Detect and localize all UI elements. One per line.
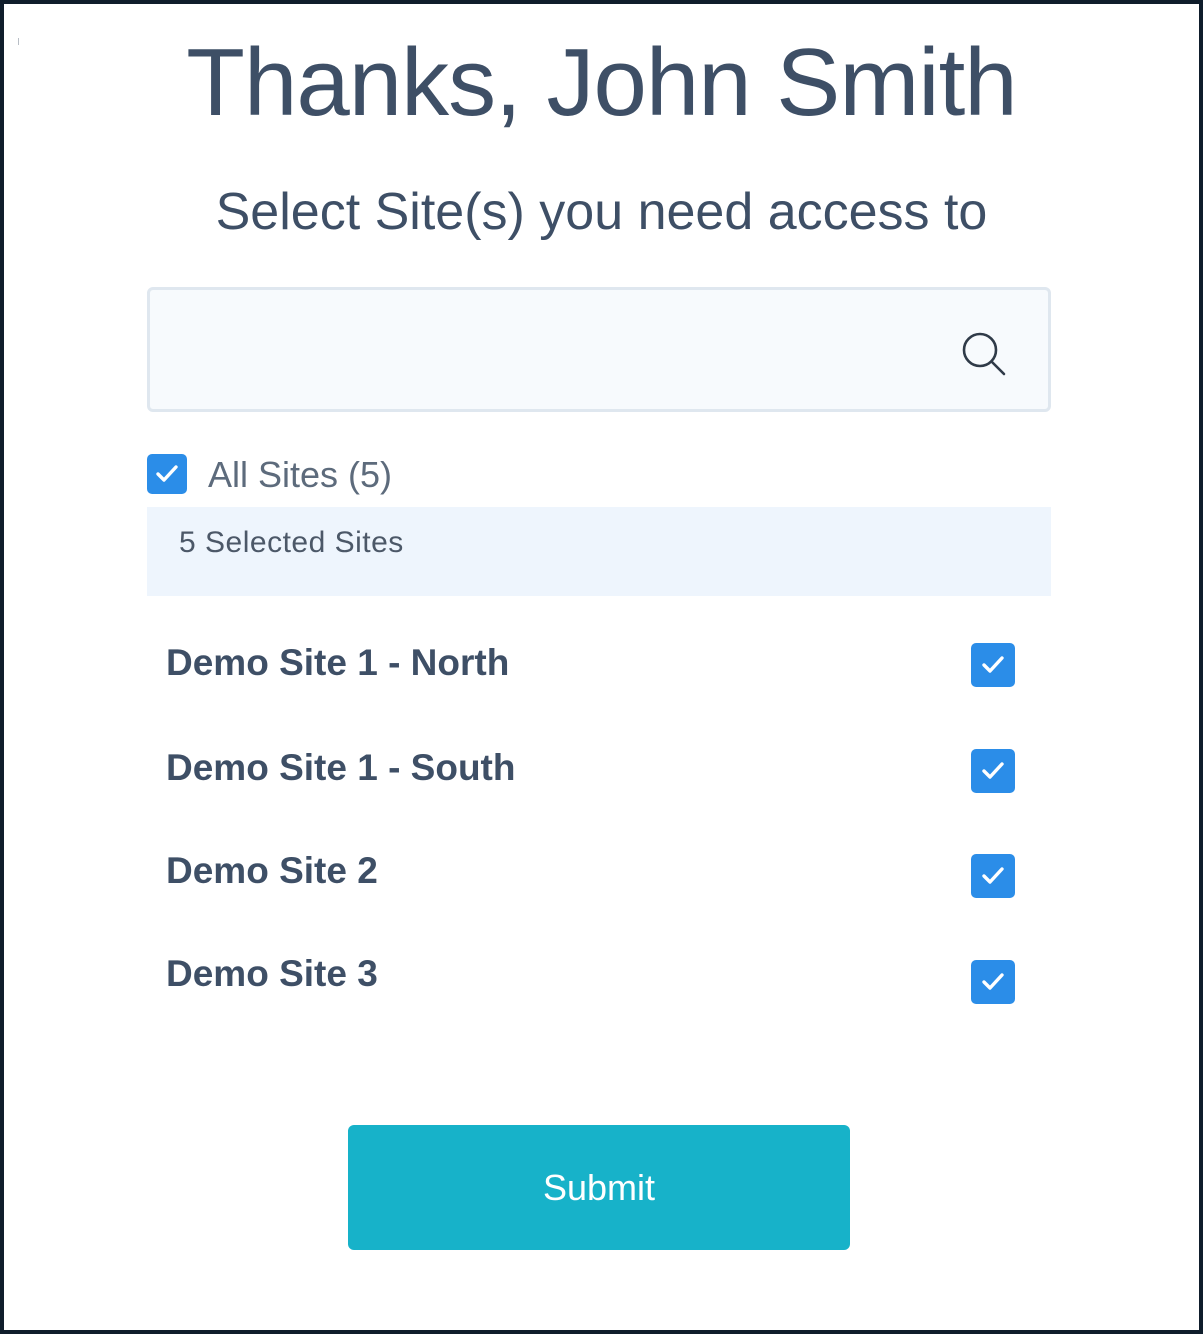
checkmark-icon [156,465,178,482]
page-subtitle: Select Site(s) you need access to [215,183,988,241]
checkmark-icon [982,867,1004,884]
site-checkbox[interactable] [971,749,1015,793]
site-checkbox[interactable] [971,643,1015,687]
site-checkbox[interactable] [971,854,1015,898]
site-name[interactable]: Demo Site 1 - North [166,641,509,685]
search-input[interactable] [170,310,934,392]
selected-summary-label: 5 Selected Sites [179,526,404,559]
site-checkbox[interactable] [971,960,1015,1004]
page-title: Thanks, John Smith [186,29,1017,136]
checkmark-icon [982,656,1004,673]
all-sites-checkbox[interactable] [147,454,187,494]
submit-button[interactable]: Submit [348,1125,850,1250]
all-sites-label[interactable]: All Sites (5) [208,454,392,496]
site-name[interactable]: Demo Site 1 - South [166,746,515,790]
site-name[interactable]: Demo Site 2 [166,849,378,893]
site-name[interactable]: Demo Site 3 [166,952,378,996]
search-box[interactable] [147,287,1051,412]
page-frame: Thanks, John Smith Select Site(s) you ne… [0,0,1203,1334]
search-icon[interactable] [959,329,1009,379]
checkmark-icon [982,973,1004,990]
checkmark-icon [982,762,1004,779]
